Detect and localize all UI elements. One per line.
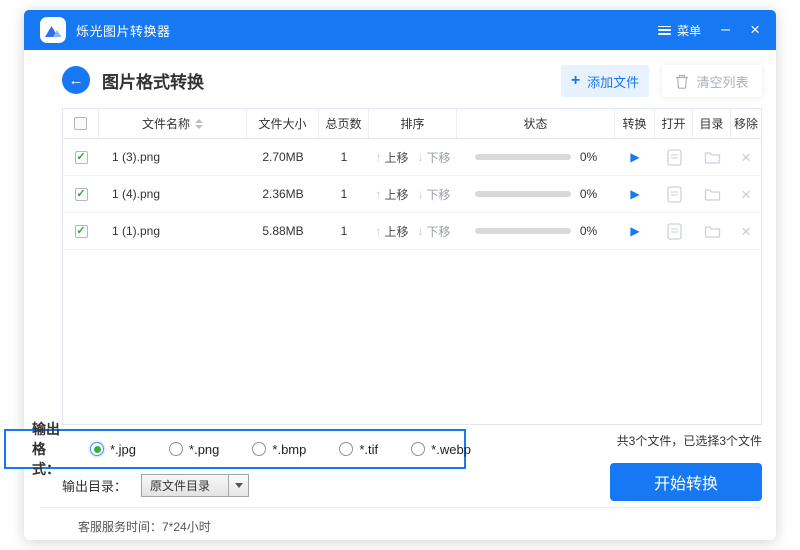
file-size: 2.36MB xyxy=(247,176,319,212)
file-size: 5.88MB xyxy=(247,213,319,249)
output-dir-dropdown[interactable]: 原文件目录 xyxy=(141,474,249,497)
file-count-summary: 共3个文件，已选择3个文件 xyxy=(617,432,762,449)
arrow-down-icon: ↓ xyxy=(418,224,424,238)
column-header-convert: 转换 xyxy=(615,109,655,138)
folder-icon[interactable] xyxy=(704,187,721,201)
column-header-dir: 目录 xyxy=(693,109,731,138)
close-button[interactable]: × xyxy=(750,22,760,38)
open-file-icon[interactable] xyxy=(667,186,682,203)
dropdown-arrow-button[interactable] xyxy=(228,475,248,496)
move-up-button[interactable]: ↑上移 xyxy=(375,223,408,240)
column-header-size: 文件大小 xyxy=(247,109,319,138)
radio-icon xyxy=(252,442,266,456)
folder-icon[interactable] xyxy=(704,150,721,164)
arrow-down-icon: ↓ xyxy=(418,187,424,201)
progress-percent: 0% xyxy=(580,224,597,238)
menu-label: 菜单 xyxy=(677,22,701,39)
title-bar: 烁光图片转换器 菜单 – × xyxy=(24,10,776,50)
table-row: ✓ 1 (1).png 5.88MB 1 ↑上移 ↓下移 0% ▶ xyxy=(63,213,761,250)
app-title: 烁光图片转换器 xyxy=(76,21,171,40)
radio-icon xyxy=(411,442,425,456)
move-up-button[interactable]: ↑上移 xyxy=(375,149,408,166)
table-row: ✓ 1 (4).png 2.36MB 1 ↑上移 ↓下移 0% ▶ xyxy=(63,176,761,213)
plus-icon: + xyxy=(571,74,580,88)
radio-bmp[interactable]: *.bmp xyxy=(252,442,306,457)
row-checkbox[interactable]: ✓ xyxy=(75,225,88,238)
radio-icon xyxy=(169,442,183,456)
radio-tif[interactable]: *.tif xyxy=(339,442,378,457)
start-convert-button[interactable]: 开始转换 xyxy=(610,463,762,501)
radio-icon xyxy=(90,442,104,456)
menu-button[interactable]: 菜单 xyxy=(658,22,701,39)
folder-icon[interactable] xyxy=(704,224,721,238)
progress-percent: 0% xyxy=(580,187,597,201)
page-title: 图片格式转换 xyxy=(102,68,204,93)
progress-percent: 0% xyxy=(580,150,597,164)
trash-icon xyxy=(675,74,689,89)
progress-bar xyxy=(475,191,571,197)
arrow-down-icon: ↓ xyxy=(418,150,424,164)
sort-toggle-icon[interactable] xyxy=(195,119,203,129)
column-header-sort: 排序 xyxy=(369,109,457,138)
column-header-open: 打开 xyxy=(655,109,693,138)
arrow-up-icon: ↑ xyxy=(375,224,381,238)
clear-list-button[interactable]: 清空列表 xyxy=(662,65,762,97)
convert-play-button[interactable]: ▶ xyxy=(630,187,639,201)
table-header: 文件名称 文件大小 总页数 排序 状态 转换 打开 目录 移除 xyxy=(63,109,761,139)
move-up-button[interactable]: ↑上移 xyxy=(375,186,408,203)
add-files-button[interactable]: + 添加文件 xyxy=(561,65,649,97)
move-down-button[interactable]: ↓下移 xyxy=(418,186,451,203)
arrow-up-icon: ↑ xyxy=(375,150,381,164)
remove-icon[interactable]: × xyxy=(741,223,751,240)
minimize-button[interactable]: – xyxy=(721,22,730,38)
file-size: 2.70MB xyxy=(247,139,319,175)
content-area: ← 图片格式转换 + 添加文件 清空列表 xyxy=(24,50,776,540)
file-table: 文件名称 文件大小 总页数 排序 状态 转换 打开 目录 移除 ✓ 1 (3).… xyxy=(62,108,762,425)
column-header-remove: 移除 xyxy=(731,109,761,138)
radio-jpg[interactable]: *.jpg xyxy=(90,442,136,457)
move-down-button[interactable]: ↓下移 xyxy=(418,149,451,166)
chevron-down-icon xyxy=(235,483,243,488)
table-row: ✓ 1 (3).png 2.70MB 1 ↑上移 ↓下移 0% ▶ xyxy=(63,139,761,176)
convert-play-button[interactable]: ▶ xyxy=(630,224,639,238)
app-window: 烁光图片转换器 菜单 – × ← 图片格式转换 + 添加文件 xyxy=(24,10,776,540)
file-name: 1 (3).png xyxy=(99,139,247,175)
arrow-up-icon: ↑ xyxy=(375,187,381,201)
output-format-section: 输出格式： *.jpg *.png *.bmp *.tif *.webp xyxy=(4,429,466,469)
file-pages: 1 xyxy=(319,213,369,249)
file-name: 1 (4).png xyxy=(99,176,247,212)
back-button[interactable]: ← xyxy=(62,66,90,94)
open-file-icon[interactable] xyxy=(667,149,682,166)
radio-png[interactable]: *.png xyxy=(169,442,219,457)
output-dir-label: 输出目录： xyxy=(62,476,127,495)
back-arrow-icon: ← xyxy=(69,72,84,89)
open-file-icon[interactable] xyxy=(667,223,682,240)
file-name: 1 (1).png xyxy=(99,213,247,249)
hamburger-icon xyxy=(658,26,671,35)
row-checkbox[interactable]: ✓ xyxy=(75,151,88,164)
file-pages: 1 xyxy=(319,176,369,212)
column-header-pages: 总页数 xyxy=(319,109,369,138)
footer-divider xyxy=(40,507,760,508)
row-checkbox[interactable]: ✓ xyxy=(75,188,88,201)
file-pages: 1 xyxy=(319,139,369,175)
progress-bar xyxy=(475,228,571,234)
app-logo-icon xyxy=(40,17,66,43)
remove-icon[interactable]: × xyxy=(741,186,751,203)
progress-bar xyxy=(475,154,571,160)
column-header-name[interactable]: 文件名称 xyxy=(99,109,247,138)
convert-play-button[interactable]: ▶ xyxy=(630,150,639,164)
output-format-label: 输出格式： xyxy=(32,419,60,479)
customer-service-hours: 客服服务时间：7*24小时 xyxy=(78,518,211,535)
radio-icon xyxy=(339,442,353,456)
remove-icon[interactable]: × xyxy=(741,149,751,166)
column-header-status: 状态 xyxy=(457,109,615,138)
select-all-checkbox[interactable] xyxy=(74,117,87,130)
radio-webp[interactable]: *.webp xyxy=(411,442,471,457)
move-down-button[interactable]: ↓下移 xyxy=(418,223,451,240)
output-dir-value: 原文件目录 xyxy=(142,477,228,494)
